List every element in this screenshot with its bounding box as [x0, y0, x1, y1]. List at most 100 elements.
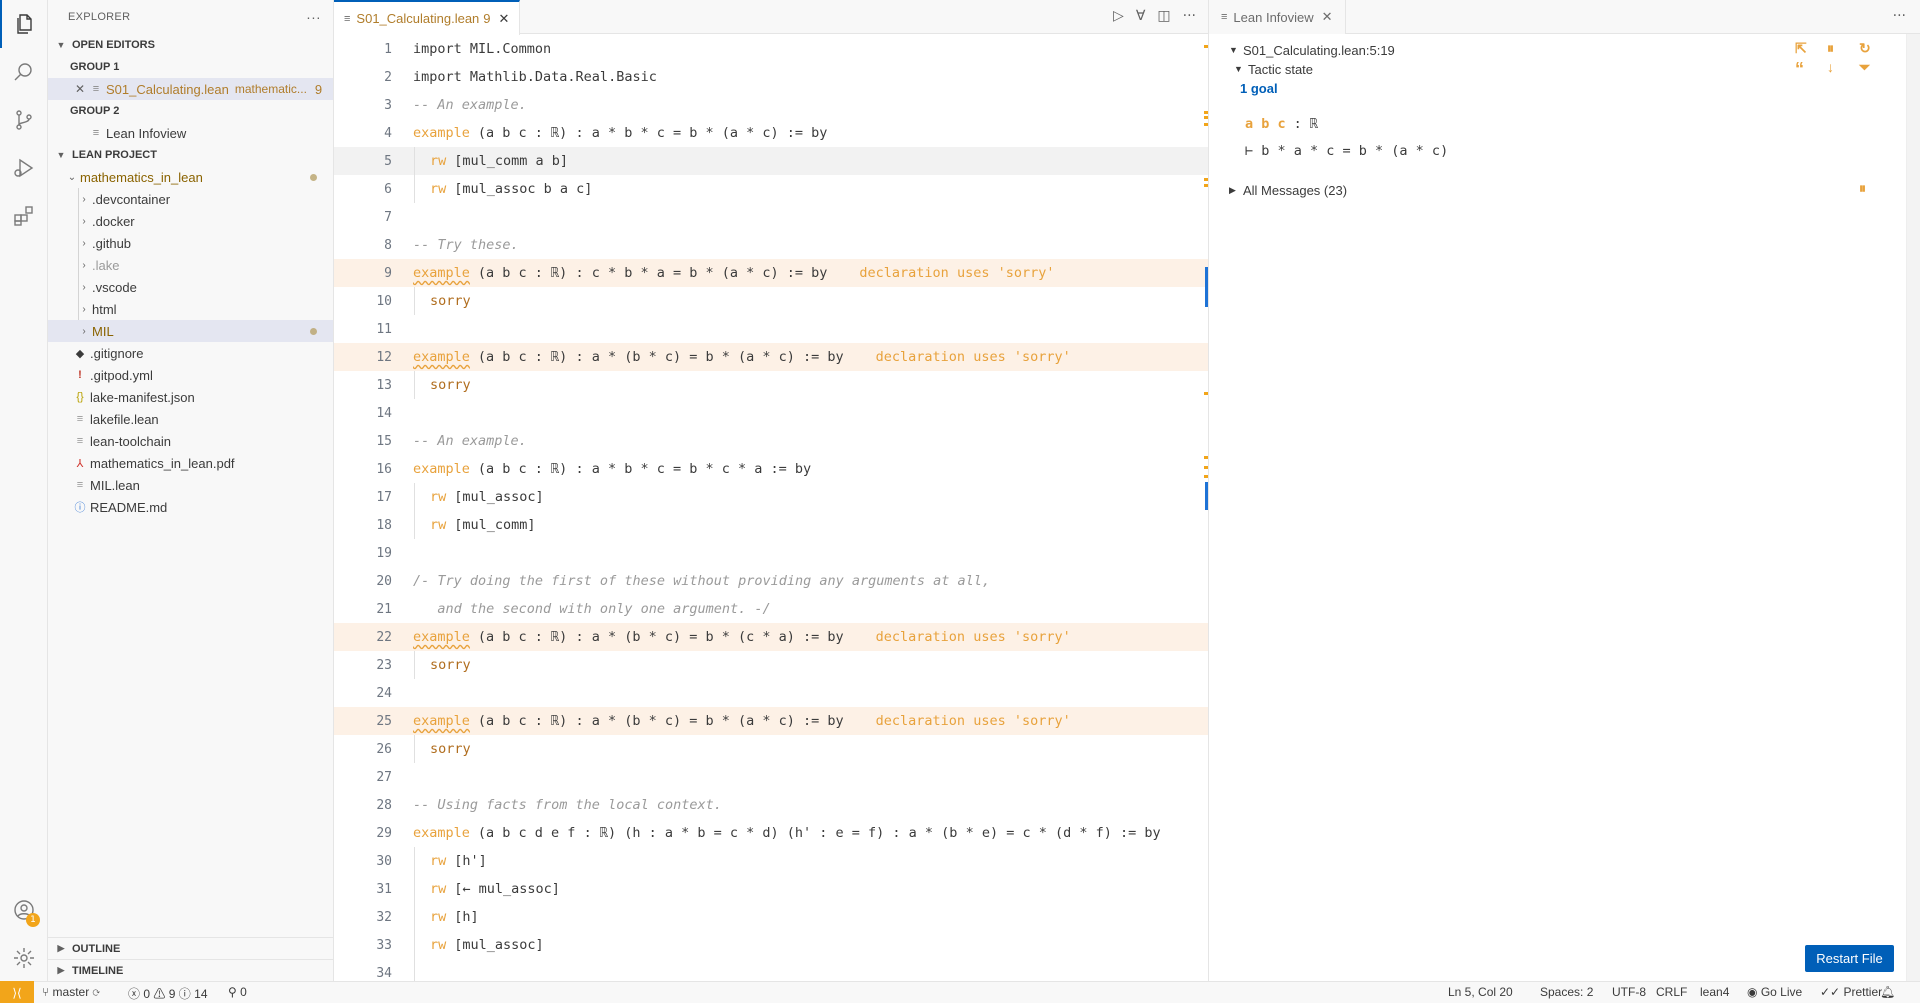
tactic-state-header[interactable]: ▼ Tactic state — [1234, 59, 1313, 79]
refresh-icon[interactable]: ↻ — [1859, 40, 1871, 57]
quote-icon[interactable]: “ — [1795, 59, 1804, 80]
branch-status[interactable]: ⑂ master ⟳ — [42, 985, 100, 999]
problems-status[interactable]: ⓧ 0 ⚠ 9 ⓘ 14 — [128, 985, 208, 1002]
code-line[interactable]: 24 — [334, 679, 1208, 707]
extensions-icon[interactable] — [0, 192, 48, 240]
position-header[interactable]: ▼ S01_Calculating.lean:5:19 — [1229, 40, 1395, 60]
folder-github[interactable]: › .github — [48, 232, 333, 254]
cursor-position[interactable]: Ln 5, Col 20 — [1448, 985, 1513, 999]
folder-mil[interactable]: › MIL — [48, 320, 333, 342]
folder-vscode[interactable]: › .vscode — [48, 276, 333, 298]
open-editor-item-infoview[interactable]: ≡ Lean Infoview — [48, 122, 333, 144]
all-messages-header[interactable]: ▶ All Messages (23) — [1229, 180, 1347, 200]
file-mil-lean[interactable]: ≡ MIL.lean — [48, 474, 333, 496]
lean-forall-icon[interactable]: ∀ — [1136, 8, 1146, 24]
code-line[interactable]: 31 rw [← mul_assoc] — [334, 875, 1208, 903]
notifications-icon[interactable]: 🔔︎ — [1880, 985, 1895, 999]
group-1-header[interactable]: GROUP 1 — [48, 56, 333, 78]
ports-status[interactable]: ⚲ 0 — [228, 985, 247, 999]
file-gitignore[interactable]: ◆ .gitignore — [48, 342, 333, 364]
more-actions-icon[interactable]: ··· — [1893, 8, 1906, 24]
folder-devcontainer[interactable]: › .devcontainer — [48, 188, 333, 210]
code-area[interactable]: 1 import MIL.Common 2 import Mathlib.Data.R… — [334, 35, 1208, 987]
code-line[interactable]: 21 and the second with only one argument… — [334, 595, 1208, 623]
indentation[interactable]: Spaces: 2 — [1540, 985, 1593, 999]
remote-icon[interactable]: ⟩⟨ — [0, 981, 34, 1003]
arrow-down-icon[interactable]: ↓ — [1827, 59, 1834, 75]
close-icon[interactable]: ✕ — [499, 11, 510, 27]
code-line[interactable]: 20 /- Try doing the first of these withou… — [334, 567, 1208, 595]
language-mode[interactable]: lean4 — [1700, 985, 1729, 999]
restart-file-button[interactable]: Restart File — [1805, 945, 1894, 972]
code-line[interactable]: 14 — [334, 399, 1208, 427]
group-2-header[interactable]: GROUP 2 — [48, 100, 333, 122]
code-line[interactable]: 19 — [334, 539, 1208, 567]
folder-mathematics-in-lean[interactable]: ⌄ mathematics_in_lean — [48, 166, 333, 188]
pause-icon[interactable]: ⏸ — [1827, 40, 1834, 57]
infoview-tab[interactable]: ≡ Lean Infoview ✕ — [1209, 0, 1346, 34]
timeline-section[interactable]: ▶ TIMELINE — [48, 959, 333, 981]
code-line[interactable]: 17 rw [mul_assoc] — [334, 483, 1208, 511]
folder-lake[interactable]: › .lake — [48, 254, 333, 276]
code-line[interactable]: 11 — [334, 315, 1208, 343]
source-control-icon[interactable] — [0, 96, 48, 144]
code-line[interactable]: 25 example (a b c : ℝ) : a * (b * c) = b *… — [334, 707, 1208, 735]
code-line[interactable]: 15 -- An example. — [334, 427, 1208, 455]
folder-docker[interactable]: › .docker — [48, 210, 333, 232]
code-line[interactable]: 5 rw [mul_comm a b] — [334, 147, 1208, 175]
code-line[interactable]: 3 -- An example. — [334, 91, 1208, 119]
code-line[interactable]: 9 example (a b c : ℝ) : c * b * a = b * (a… — [334, 259, 1208, 287]
file-pdf[interactable]: ⅄ mathematics_in_lean.pdf — [48, 452, 333, 474]
more-actions-icon[interactable]: ··· — [1183, 8, 1196, 24]
pause-icon[interactable]: ⏸ — [1859, 180, 1866, 197]
editor-tab-calculating[interactable]: ≡ S01_Calculating.lean 9 ✕ — [334, 0, 521, 35]
code-line[interactable]: 33 rw [mul_assoc] — [334, 931, 1208, 959]
code-line[interactable]: 10 sorry — [334, 287, 1208, 315]
file-lakefile[interactable]: ≡ lakefile.lean — [48, 408, 333, 430]
code-line[interactable]: 6 rw [mul_assoc b a c] — [334, 175, 1208, 203]
open-editors-section[interactable]: ▼ OPEN EDITORS — [48, 34, 333, 56]
lean-project-section[interactable]: ▼ LEAN PROJECT — [48, 144, 333, 166]
run-debug-icon[interactable] — [0, 144, 48, 192]
split-editor-icon[interactable]: ◫ — [1157, 8, 1170, 24]
code-line[interactable]: 1 import MIL.Common — [334, 35, 1208, 63]
code-line[interactable]: 27 — [334, 763, 1208, 791]
code-line[interactable]: 2 import Mathlib.Data.Real.Basic — [334, 63, 1208, 91]
infoview-scrollbar[interactable] — [1906, 34, 1920, 981]
code-line[interactable]: 18 rw [mul_comm] — [334, 511, 1208, 539]
explorer-icon[interactable] — [0, 0, 48, 48]
settings-gear-icon[interactable] — [0, 934, 48, 982]
code-line[interactable]: 12 example (a b c : ℝ) : a * (b * c) = b *… — [334, 343, 1208, 371]
close-icon[interactable]: ✕ — [1322, 9, 1333, 25]
end-of-line[interactable]: CRLF — [1656, 985, 1687, 999]
code-line[interactable]: 8 -- Try these. — [334, 231, 1208, 259]
outline-section[interactable]: ▶ OUTLINE — [48, 937, 333, 959]
file-lake-manifest[interactable]: {} lake-manifest.json — [48, 386, 333, 408]
open-editor-item-calculating[interactable]: ✕ ≡ S01_Calculating.lean mathematic... 9 — [48, 78, 333, 100]
code-line[interactable]: 26 sorry — [334, 735, 1208, 763]
encoding[interactable]: UTF-8 — [1612, 985, 1646, 999]
code-line[interactable]: 30 rw [h'] — [334, 847, 1208, 875]
code-line[interactable]: 22 example (a b c : ℝ) : a * (b * c) = b *… — [334, 623, 1208, 651]
file-gitpod[interactable]: ! .gitpod.yml — [48, 364, 333, 386]
run-icon[interactable]: ▷ — [1113, 8, 1124, 24]
pin-icon[interactable]: ⇱ — [1795, 40, 1807, 57]
file-readme[interactable]: ⓘ README.md — [48, 496, 333, 518]
prettier-status[interactable]: ✓✓ Prettier — [1820, 985, 1882, 999]
code-line[interactable]: 13 sorry — [334, 371, 1208, 399]
filter-icon[interactable]: ⏷ — [1859, 59, 1870, 76]
close-icon[interactable]: ✕ — [72, 82, 88, 96]
accounts-icon[interactable]: 1 — [0, 886, 48, 934]
search-icon[interactable] — [0, 48, 48, 96]
go-live-status[interactable]: ◉ Go Live — [1747, 985, 1802, 999]
code-line[interactable]: 7 — [334, 203, 1208, 231]
more-actions-icon[interactable]: ··· — [306, 9, 321, 25]
file-lean-toolchain[interactable]: ≡ lean-toolchain — [48, 430, 333, 452]
code-line[interactable]: 28 -- Using facts from the local context. — [334, 791, 1208, 819]
code-line[interactable]: 29 example (a b c d e f : ℝ) (h : a * b = … — [334, 819, 1208, 847]
code-line[interactable]: 32 rw [h] — [334, 903, 1208, 931]
code-line[interactable]: 23 sorry — [334, 651, 1208, 679]
code-line[interactable]: 16 example (a b c : ℝ) : a * b * c = b * c… — [334, 455, 1208, 483]
folder-html[interactable]: › html — [48, 298, 333, 320]
code-line[interactable]: 4 example (a b c : ℝ) : a * b * c = b * (a… — [334, 119, 1208, 147]
